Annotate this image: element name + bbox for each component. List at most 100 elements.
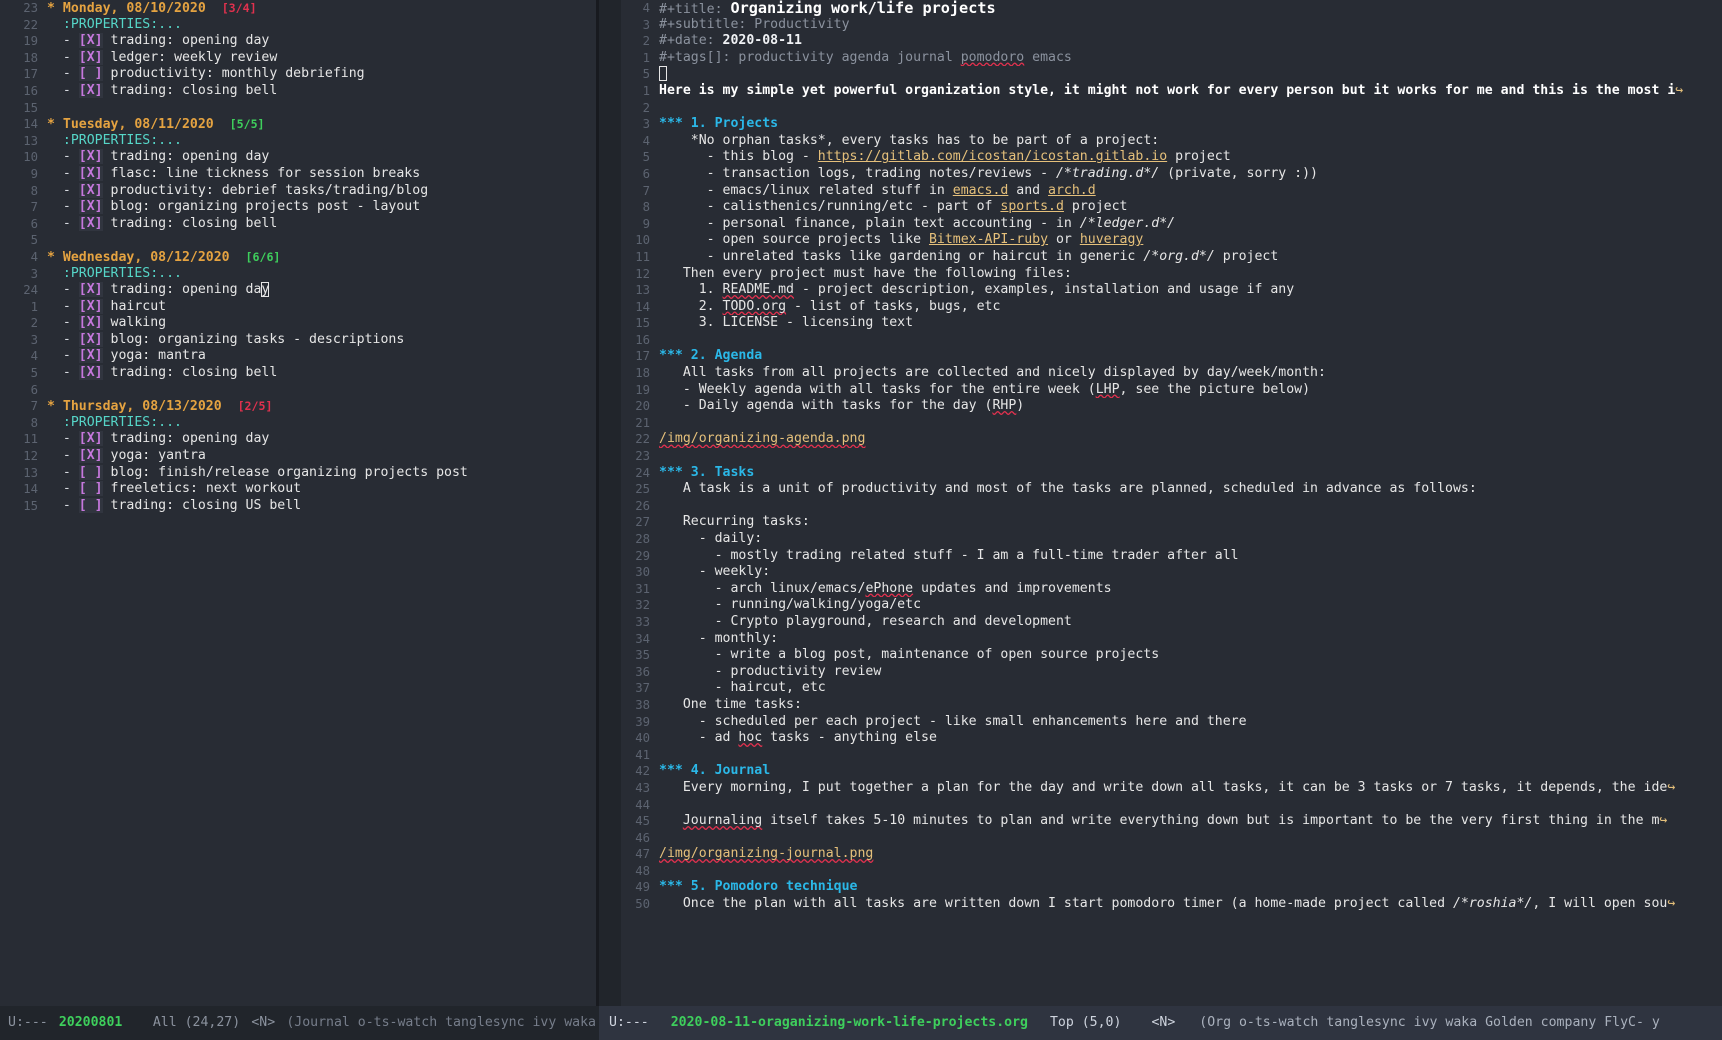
- org-text: - unrelated tasks like gardening or hair…: [659, 248, 1144, 264]
- journal-line: 19 - [X] trading: opening day: [9, 33, 596, 50]
- org-text: Recurring tasks:: [659, 514, 810, 530]
- task-checkbox[interactable]: [ ]: [78, 66, 103, 82]
- task-checkbox[interactable]: [X]: [78, 331, 103, 347]
- org-text: updates and improvements: [913, 580, 1112, 596]
- line-number: 5: [642, 67, 650, 82]
- line-text: * Tuesday, 08/11/2020 [5/5]: [47, 116, 596, 134]
- line-number: 41: [635, 747, 650, 762]
- line-number: 17: [23, 67, 38, 82]
- task-checkbox[interactable]: [ ]: [78, 481, 103, 497]
- line-number: 38: [635, 697, 650, 712]
- org-text: 3. LICENSE - licensing text: [659, 315, 914, 331]
- line-number: 21: [635, 415, 650, 430]
- progress-cookie: [3/4]: [221, 1, 257, 15]
- org-link[interactable]: huveragy: [1080, 232, 1144, 247]
- properties-drawer[interactable]: :PROPERTIES:...: [63, 415, 182, 430]
- org-line: 23: [621, 448, 1722, 465]
- line-text: - [X] yoga: yantra: [47, 448, 596, 465]
- org-link[interactable]: https://gitlab.com/icostan/icostan.gitla…: [818, 149, 1167, 164]
- left-buffer-text-area[interactable]: 23 * Monday, 08/10/2020 [3/4] 22 :PROPERTI…: [9, 0, 596, 1006]
- line-text: *** 1. Projects: [659, 116, 1722, 133]
- line-text: - emacs/linux related stuff in emacs.d a…: [659, 183, 1722, 200]
- org-link[interactable]: /img/organizing-agenda.png: [659, 431, 865, 446]
- day-heading[interactable]: * Monday, 08/10/2020: [47, 1, 206, 16]
- line-text: 2. TODO.org - list of tasks, bugs, etc: [659, 299, 1722, 316]
- task-checkbox[interactable]: [X]: [78, 49, 103, 65]
- task-checkbox[interactable]: [X]: [78, 448, 103, 464]
- org-line: 1 Here is my simple yet powerful organiza…: [621, 83, 1722, 100]
- task-checkbox[interactable]: [X]: [78, 182, 103, 198]
- right-window-org-document[interactable]: 4 #+title: Organizing work/life projects 3…: [599, 0, 1722, 1006]
- right-buffer-text-area[interactable]: 4 #+title: Organizing work/life projects 3…: [621, 0, 1722, 1006]
- org-line: 28 - daily:: [621, 531, 1722, 548]
- line-number: 49: [635, 880, 650, 895]
- org-link[interactable]: emacs.d: [953, 183, 1009, 198]
- org-text: or: [1048, 232, 1080, 248]
- line-number: 14: [23, 117, 38, 132]
- line-text: /img/organizing-journal.png: [659, 846, 1722, 863]
- org-text: LHP: [1095, 381, 1120, 397]
- line-number: 15: [635, 316, 650, 331]
- line-number: 45: [635, 814, 650, 829]
- task-checkbox[interactable]: [X]: [78, 149, 103, 165]
- task-checkbox[interactable]: [X]: [78, 165, 103, 181]
- org-line: 17 *** 2. Agenda: [621, 348, 1722, 365]
- line-text: *** 4. Journal: [659, 763, 1722, 780]
- line-text: - unrelated tasks like gardening or hair…: [659, 249, 1722, 266]
- line-number: 13: [23, 133, 38, 148]
- org-line: 40 - ad hoc tasks - anything else: [621, 730, 1722, 747]
- task-checkbox[interactable]: [ ]: [78, 497, 103, 513]
- right-mode-line-evil-state: <N>: [1151, 1015, 1176, 1030]
- org-text: /*org.d*/: [1143, 248, 1215, 264]
- org-link[interactable]: arch.d: [1048, 183, 1096, 198]
- org-text: - mostly trading related stuff - I am a …: [659, 547, 1239, 563]
- left-mode-line-buffer-name[interactable]: 20200801: [59, 1006, 123, 1040]
- org-text: - open source projects like: [659, 232, 929, 248]
- line-text: *** 3. Tasks: [659, 465, 1722, 482]
- properties-drawer[interactable]: :PROPERTIES:...: [63, 17, 182, 32]
- left-window-journal[interactable]: 23 * Monday, 08/10/2020 [3/4] 22 :PROPERTI…: [0, 0, 596, 1006]
- line-text: :PROPERTIES:...: [47, 266, 596, 283]
- org-line: 13 1. README.md - project description, e…: [621, 282, 1722, 299]
- text-cursor: [659, 66, 667, 82]
- line-number: 18: [23, 50, 38, 65]
- task-checkbox[interactable]: [X]: [78, 431, 103, 447]
- line-number: 14: [635, 299, 650, 314]
- line-text: - [X] blog: organizing tasks - descripti…: [47, 331, 596, 349]
- task-checkbox[interactable]: [ ]: [78, 464, 103, 480]
- properties-drawer[interactable]: :PROPERTIES:...: [63, 266, 182, 281]
- task-checkbox[interactable]: [X]: [78, 33, 103, 49]
- day-heading[interactable]: * Wednesday, 08/12/2020: [47, 250, 230, 265]
- journal-line: 22 :PROPERTIES:...: [9, 17, 596, 34]
- org-text: , every tasks has to be part of a projec…: [825, 132, 1160, 148]
- task-checkbox[interactable]: [X]: [78, 348, 103, 364]
- line-text: #+subtitle: Productivity: [659, 17, 1722, 34]
- list-bullet: -: [47, 165, 79, 181]
- task-checkbox[interactable]: [X]: [78, 282, 103, 298]
- task-checkbox[interactable]: [X]: [78, 315, 103, 331]
- org-link[interactable]: /img/organizing-journal.png: [659, 846, 873, 861]
- line-text: - productivity review: [659, 664, 1722, 681]
- line-text: :PROPERTIES:...: [47, 17, 596, 34]
- org-link[interactable]: Bitmex-API-ruby: [929, 232, 1048, 247]
- left-mode-line[interactable]: U:--- 20200801 All (24,27) <N> (Journal o-ts…: [0, 1006, 596, 1040]
- line-number: 9: [30, 166, 38, 181]
- task-checkbox[interactable]: [X]: [78, 82, 103, 98]
- task-checkbox[interactable]: [X]: [78, 298, 103, 314]
- task-checkbox[interactable]: [X]: [78, 199, 103, 215]
- org-text: RHP: [992, 398, 1017, 414]
- properties-drawer[interactable]: :PROPERTIES:...: [63, 133, 182, 148]
- task-checkbox[interactable]: [X]: [78, 215, 103, 231]
- org-line: 45 Journaling itself takes 5-10 minutes …: [621, 813, 1722, 830]
- right-mode-line-buffer-name[interactable]: 2020-08-11-oraganizing-work-life-project…: [671, 1006, 1028, 1040]
- day-heading[interactable]: * Tuesday, 08/11/2020: [47, 117, 214, 132]
- day-heading[interactable]: * Thursday, 08/13/2020: [47, 399, 222, 414]
- right-mode-line[interactable]: U:--- 2020-08-11-oraganizing-work-life-pr…: [599, 1006, 1722, 1040]
- line-text: *** 2. Agenda: [659, 348, 1722, 365]
- org-line: 18 All tasks from all projects are colle…: [621, 365, 1722, 382]
- line-text: Here is my simple yet powerful organizat…: [659, 83, 1722, 100]
- task-checkbox[interactable]: [X]: [78, 365, 103, 381]
- line-text: - [ ] trading: closing US bell: [47, 497, 596, 515]
- list-bullet: -: [47, 298, 79, 314]
- org-link[interactable]: sports.d: [1000, 199, 1064, 214]
